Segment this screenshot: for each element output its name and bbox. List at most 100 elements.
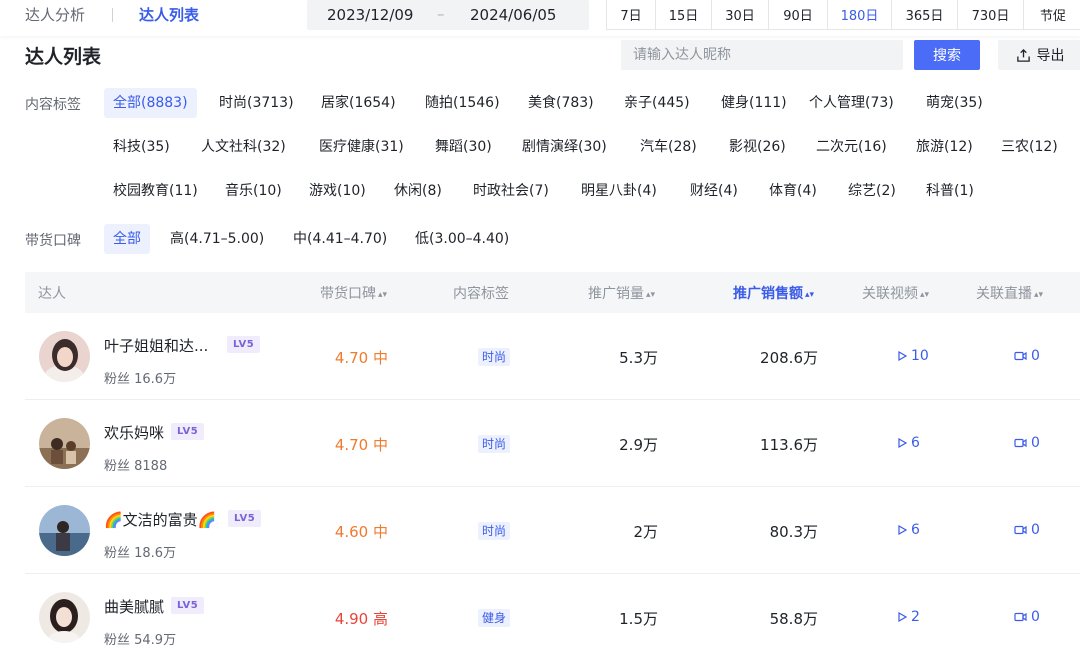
content-tag-celebrity[interactable]: 明星八卦(4) xyxy=(581,176,657,206)
table-row[interactable]: 欢乐妈咪 LV5 粉丝 8188 4.70 中 时尚 2.9万 113.6万 6… xyxy=(25,400,1080,487)
top-bar: 达人分析 达人列表 2023/12/09 – 2024/06/05 7日 15日… xyxy=(0,0,1080,36)
content-tag-drama[interactable]: 剧情演绎(30) xyxy=(522,132,607,162)
reputation-low[interactable]: 低(3.00–4.40) xyxy=(415,224,509,254)
content-tag-leisure[interactable]: 休闲(8) xyxy=(394,176,442,206)
avatar[interactable] xyxy=(39,331,90,382)
content-tag-agriculture[interactable]: 三农(12) xyxy=(1001,132,1058,162)
col-sales-amount[interactable]: 推广销售额 ▴▾ xyxy=(733,283,814,303)
content-tag-science[interactable]: 科普(1) xyxy=(926,176,974,206)
level-badge: LV5 xyxy=(171,423,205,440)
table-row[interactable]: 曲美腻腻 LV5 粉丝 54.9万 4.90 高 健身 1.5万 58.8万 2… xyxy=(25,574,1080,651)
col-sales-volume-label: 推广销量 xyxy=(588,286,644,302)
period-365d[interactable]: 365日 xyxy=(892,0,958,29)
tab-influencer-list[interactable]: 达人列表 xyxy=(139,6,199,24)
export-icon xyxy=(1016,48,1030,62)
level-badge: LV5 xyxy=(227,336,261,353)
period-promo[interactable]: 节促 xyxy=(1024,0,1080,29)
content-tag-humanities[interactable]: 人文社科(32) xyxy=(201,132,286,162)
content-tag-auto[interactable]: 汽车(28) xyxy=(640,132,697,162)
table-row[interactable]: 🌈文洁的富贵🌈 LV5 粉丝 18.6万 4.60 中 时尚 2万 80.3万 … xyxy=(25,487,1080,574)
tab-divider xyxy=(112,8,113,22)
content-tag-news[interactable]: 时政社会(7) xyxy=(473,176,549,206)
play-icon xyxy=(898,351,907,361)
avatar[interactable] xyxy=(39,418,90,469)
period-730d[interactable]: 730日 xyxy=(958,0,1024,29)
influencer-name[interactable]: 欢乐妈咪 xyxy=(104,422,164,443)
search-input[interactable] xyxy=(621,40,903,70)
content-tag-games[interactable]: 游戏(10) xyxy=(309,176,366,206)
content-tag-food[interactable]: 美食(783) xyxy=(528,88,594,118)
content-tag-finance[interactable]: 财经(4) xyxy=(690,176,738,206)
col-videos[interactable]: 关联视频 ▴▾ xyxy=(862,283,929,303)
reputation-all[interactable]: 全部 xyxy=(104,224,150,254)
avatar[interactable] xyxy=(39,592,90,643)
sort-icon: ▴▾ xyxy=(1034,290,1044,300)
avatar[interactable] xyxy=(39,505,90,556)
camera-icon xyxy=(1014,612,1027,622)
content-tag-music[interactable]: 音乐(10) xyxy=(225,176,282,206)
col-sales-volume[interactable]: 推广销量 ▴▾ xyxy=(588,283,655,303)
content-tag-personal-care[interactable]: 个人管理(73) xyxy=(809,88,894,118)
content-tag: 健身 xyxy=(478,609,511,627)
video-count: 6 xyxy=(911,522,920,538)
tab-influencer-analysis[interactable]: 达人分析 xyxy=(25,6,85,24)
related-lives[interactable]: 0 xyxy=(1014,609,1040,625)
reputation-score: 4.70 中 xyxy=(334,349,388,367)
video-count: 10 xyxy=(911,348,929,364)
live-count: 0 xyxy=(1031,609,1040,625)
content-tag-snapshot[interactable]: 随拍(1546) xyxy=(425,88,500,118)
live-count: 0 xyxy=(1031,348,1040,364)
play-icon xyxy=(898,612,907,622)
influencer-name[interactable]: 🌈文洁的富贵🌈 xyxy=(104,509,216,530)
play-icon xyxy=(898,438,907,448)
reputation-score: 4.90 高 xyxy=(334,610,388,628)
table-row[interactable]: 叶子姐姐和达... LV5 粉丝 16.6万 4.70 中 时尚 5.3万 20… xyxy=(25,313,1080,400)
content-tag-variety[interactable]: 综艺(2) xyxy=(848,176,896,206)
sales-volume: 2万 xyxy=(633,523,658,541)
date-range-picker[interactable]: 2023/12/09 – 2024/06/05 xyxy=(307,0,589,30)
related-lives[interactable]: 0 xyxy=(1014,435,1040,451)
content-tag-film[interactable]: 影视(26) xyxy=(729,132,786,162)
fans-count: 粉丝 8188 xyxy=(104,459,168,474)
content-tag-anime[interactable]: 二次元(16) xyxy=(816,132,887,162)
related-videos[interactable]: 2 xyxy=(898,609,920,625)
date-end[interactable]: 2024/06/05 xyxy=(470,6,556,24)
related-videos[interactable]: 6 xyxy=(898,522,920,538)
content-tag-sports[interactable]: 体育(4) xyxy=(769,176,817,206)
date-start[interactable]: 2023/12/09 xyxy=(327,6,413,24)
video-count: 2 xyxy=(911,609,920,625)
period-7d[interactable]: 7日 xyxy=(607,0,656,29)
content-tag-education[interactable]: 校园教育(11) xyxy=(113,176,198,206)
export-button[interactable]: 导出 xyxy=(998,40,1080,70)
content-tag-label: 内容标签 xyxy=(25,97,81,113)
reputation-high[interactable]: 高(4.71–5.00) xyxy=(170,224,264,254)
content-tag-health[interactable]: 医疗健康(31) xyxy=(319,132,404,162)
content-tag-all[interactable]: 全部(8883) xyxy=(104,88,197,118)
period-90d[interactable]: 90日 xyxy=(769,0,828,29)
reputation-medium[interactable]: 中(4.41–4.70) xyxy=(293,224,387,254)
period-30d[interactable]: 30日 xyxy=(712,0,769,29)
search-button[interactable]: 搜索 xyxy=(914,40,980,70)
content-tag-home[interactable]: 居家(1654) xyxy=(321,88,396,118)
content-tag-fitness[interactable]: 健身(111) xyxy=(721,88,787,118)
page-title: 达人列表 xyxy=(25,46,102,68)
content-tag-pets[interactable]: 萌宠(35) xyxy=(926,88,983,118)
content-tag-dance[interactable]: 舞蹈(30) xyxy=(435,132,492,162)
related-lives[interactable]: 0 xyxy=(1014,522,1040,538)
content-tag-fashion[interactable]: 时尚(3713) xyxy=(219,88,294,118)
fans-count: 粉丝 16.6万 xyxy=(104,372,177,387)
period-180d[interactable]: 180日 xyxy=(828,0,892,29)
period-15d[interactable]: 15日 xyxy=(656,0,712,29)
level-badge: LV5 xyxy=(171,597,205,614)
content-tag-parenting[interactable]: 亲子(445) xyxy=(624,88,690,118)
influencer-name[interactable]: 曲美腻腻 xyxy=(104,596,164,617)
col-reputation[interactable]: 带货口碑 ▴▾ xyxy=(320,283,387,303)
sales-amount: 80.3万 xyxy=(769,523,818,541)
related-lives[interactable]: 0 xyxy=(1014,348,1040,364)
influencer-name[interactable]: 叶子姐姐和达... xyxy=(104,335,208,356)
related-videos[interactable]: 10 xyxy=(898,348,929,364)
col-lives[interactable]: 关联直播 ▴▾ xyxy=(976,283,1043,303)
content-tag-travel[interactable]: 旅游(12) xyxy=(916,132,973,162)
content-tag-tech[interactable]: 科技(35) xyxy=(113,132,170,162)
related-videos[interactable]: 6 xyxy=(898,435,920,451)
